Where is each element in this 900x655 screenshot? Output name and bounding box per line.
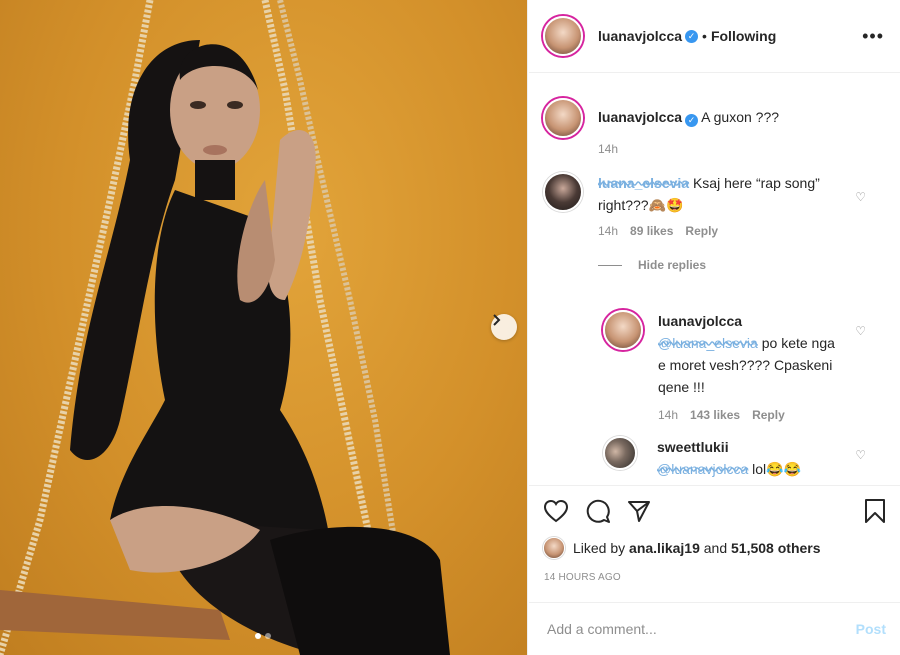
comment-likes[interactable]: 89 likes bbox=[630, 224, 673, 238]
comments-list: luanavjolcca ✓ A guxon ??? 14h luana_else… bbox=[529, 74, 900, 485]
hide-replies-button[interactable]: Hide replies bbox=[638, 258, 706, 272]
photo-illustration bbox=[0, 0, 450, 655]
separator-dot: • bbox=[702, 28, 707, 44]
chevron-right-icon bbox=[493, 314, 501, 326]
reply-avatar[interactable] bbox=[603, 310, 643, 350]
comment-item: luana_elsevia Ksaj here “rap song” right… bbox=[543, 172, 838, 272]
post-header: luanavjolcca ✓ • Following ••• bbox=[529, 0, 900, 73]
carousel-indicator bbox=[255, 633, 271, 639]
verified-badge-icon: ✓ bbox=[685, 29, 699, 43]
owner-avatar[interactable] bbox=[543, 16, 583, 56]
carousel-dot bbox=[265, 633, 271, 639]
add-comment-bar: Post bbox=[529, 602, 900, 655]
likes-summary: Liked by ana.likaj19 and 51,508 others bbox=[543, 537, 821, 559]
more-options-icon[interactable]: ••• bbox=[862, 26, 884, 47]
likes-prefix: Liked by bbox=[573, 540, 626, 556]
caption-username[interactable]: luanavjolcca bbox=[598, 109, 682, 125]
caption: luanavjolcca ✓ A guxon ??? 14h bbox=[543, 98, 779, 156]
replies-line bbox=[598, 264, 622, 266]
post-timestamp[interactable]: 14 HOURS AGO bbox=[544, 572, 621, 583]
liker-avatar[interactable] bbox=[543, 537, 565, 559]
bookmark-icon[interactable] bbox=[864, 498, 886, 524]
post-details-panel: luanavjolcca ✓ • Following ••• luanavjol… bbox=[529, 0, 900, 655]
share-paper-plane-icon[interactable] bbox=[627, 499, 651, 523]
liker-username[interactable]: ana.likaj19 bbox=[629, 540, 700, 556]
post-actions-bar bbox=[529, 485, 900, 535]
post-comment-button[interactable]: Post bbox=[856, 621, 886, 637]
reply-reply-button[interactable]: Reply bbox=[752, 408, 785, 422]
likes-count[interactable]: 51,508 others bbox=[731, 540, 821, 556]
comment-like-heart-icon[interactable]: ♡ bbox=[855, 190, 866, 204]
reply-mention-redacted[interactable]: @luana_elsevia bbox=[658, 335, 758, 351]
likes-middle: and bbox=[703, 540, 728, 556]
caption-avatar[interactable] bbox=[543, 98, 583, 138]
reply-item: luanavjolcca @luana_elsevia po kete nga … bbox=[603, 310, 838, 422]
comment-time[interactable]: 14h bbox=[598, 224, 618, 238]
comment-input[interactable] bbox=[547, 621, 856, 637]
reply-like-heart-icon[interactable]: ♡ bbox=[855, 448, 866, 462]
owner-username[interactable]: luanavjolcca bbox=[598, 28, 682, 44]
reply-mention-redacted[interactable]: @luanavjolcca bbox=[657, 461, 748, 477]
verified-badge-icon: ✓ bbox=[685, 114, 699, 127]
next-slide-button[interactable] bbox=[491, 314, 517, 340]
like-heart-icon[interactable] bbox=[543, 499, 569, 523]
commenter-username-redacted[interactable]: luana_elsevia bbox=[598, 175, 689, 191]
reply-username[interactable]: luanavjolcca bbox=[658, 313, 742, 329]
reply-avatar[interactable] bbox=[603, 436, 637, 470]
comment-reply-button[interactable]: Reply bbox=[685, 224, 718, 238]
caption-time[interactable]: 14h bbox=[598, 142, 618, 156]
reply-username[interactable]: sweettlukii bbox=[657, 439, 729, 455]
caption-text: A guxon ??? bbox=[701, 109, 780, 125]
reply-like-heart-icon[interactable]: ♡ bbox=[855, 324, 866, 338]
reply-likes[interactable]: 143 likes bbox=[690, 408, 740, 422]
reply-text: lol😂😂 bbox=[752, 461, 802, 477]
post-photo[interactable] bbox=[0, 0, 528, 655]
following-button[interactable]: Following bbox=[711, 28, 776, 44]
carousel-dot-active bbox=[255, 633, 261, 639]
comment-bubble-icon[interactable] bbox=[585, 498, 611, 524]
reply-item: sweettlukii @luanavjolcca lol😂😂 bbox=[603, 436, 837, 480]
reply-time[interactable]: 14h bbox=[658, 408, 678, 422]
commenter-avatar[interactable] bbox=[543, 172, 583, 212]
